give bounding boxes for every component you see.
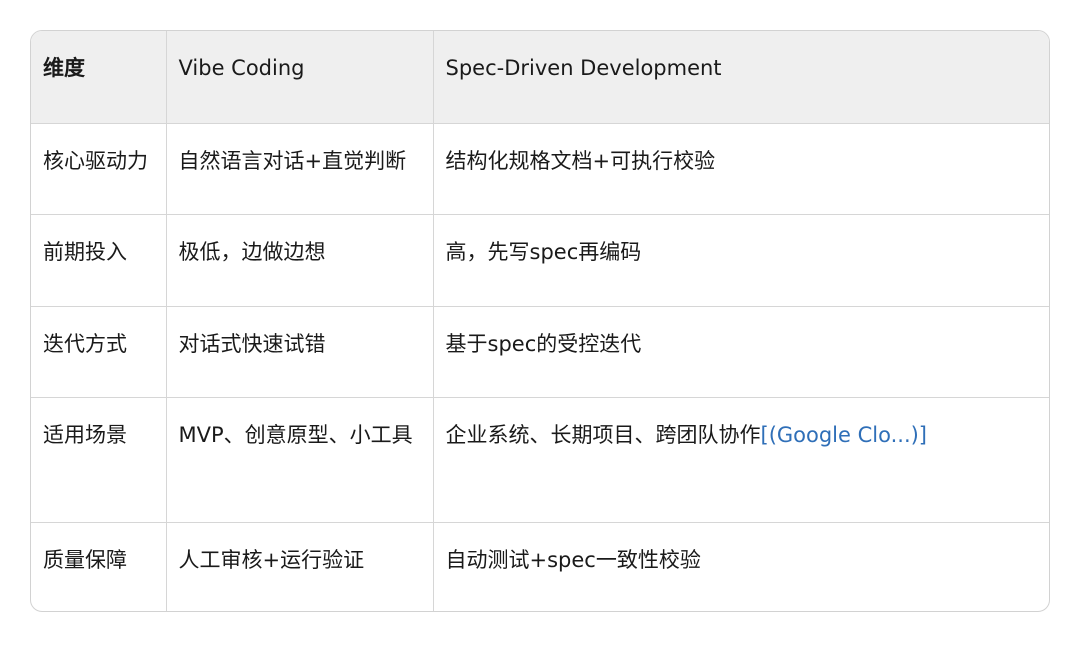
cell-spec: 自动测试+spec一致性校验: [445, 547, 701, 572]
cell-spec: 结构化规格文档+可执行校验: [433, 123, 1049, 215]
table-row: 迭代方式 对话式快速试错 基于spec的受控迭代: [31, 306, 1049, 398]
cell-vibe: 对话式快速试错: [166, 306, 434, 398]
table-header-row: 维度 Vibe Coding Spec-Driven Development: [31, 31, 1049, 124]
table-row: 质量保障 人工审核+运行验证 自动测试+spec一致性校验: [31, 522, 1049, 611]
cell-vibe: 极低，边做边想: [166, 214, 434, 307]
table-row: 前期投入 极低，边做边想 高，先写spec再编码: [31, 214, 1049, 307]
cell-dimension: 质量保障: [31, 522, 167, 611]
cell-dimension: 适用场景: [31, 397, 167, 523]
cell-dimension: 核心驱动力: [31, 123, 167, 215]
citation-link[interactable]: [(Google Clo...)]: [761, 423, 928, 447]
cell-vibe: 自然语言对话+直觉判断: [166, 123, 434, 215]
comparison-table: 维度 Vibe Coding Spec-Driven Development 核…: [31, 31, 1049, 611]
header-dimension: 维度: [31, 31, 167, 124]
table-row: 适用场景 MVP、创意原型、小工具 企业系统、长期项目、跨团队协作[(Googl…: [31, 397, 1049, 523]
table-row: 核心驱动力 自然语言对话+直觉判断 结构化规格文档+可执行校验: [31, 123, 1049, 215]
cell-spec: 高，先写spec再编码: [433, 214, 1049, 307]
comparison-table-card: 维度 Vibe Coding Spec-Driven Development 核…: [30, 30, 1050, 612]
cell-dimension: 前期投入: [31, 214, 167, 307]
cell-spec: 企业系统、长期项目、跨团队协作[(Google Clo...)]: [433, 397, 1049, 523]
cell-spec: 基于spec的受控迭代: [433, 306, 1049, 398]
cell-spec-text: 企业系统、长期项目、跨团队协作: [445, 422, 761, 447]
cell-vibe: MVP、创意原型、小工具: [166, 397, 434, 523]
header-spec-driven: Spec-Driven Development: [433, 31, 1049, 124]
cell-dimension: 迭代方式: [31, 306, 167, 398]
cell-vibe: 人工审核+运行验证: [166, 522, 434, 611]
header-vibe-coding: Vibe Coding: [166, 31, 434, 124]
